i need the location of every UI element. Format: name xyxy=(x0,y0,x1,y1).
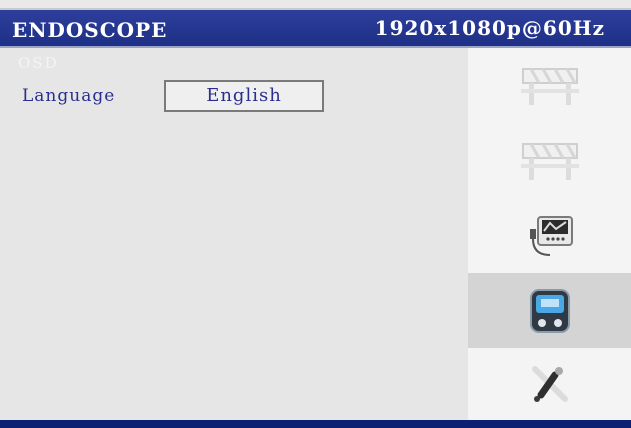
bottom-frame xyxy=(0,420,631,428)
endoscope-screen: ENDOSCOPE 1920x1080p@60Hz OSD Language E… xyxy=(0,0,631,428)
sidebar-item-4[interactable] xyxy=(468,273,631,348)
roadblock-icon xyxy=(520,67,579,105)
sidebar-item-3[interactable] xyxy=(468,198,631,273)
osd-display-icon xyxy=(529,288,570,333)
sidebar-item-1[interactable] xyxy=(468,48,631,123)
tools-icon xyxy=(531,366,568,402)
resolution-readout: 1920x1080p@60Hz xyxy=(374,16,605,40)
sidebar-item-2[interactable] xyxy=(468,123,631,198)
sidebar-item-5[interactable] xyxy=(468,348,631,420)
monitor-device-icon xyxy=(529,215,573,256)
language-select[interactable]: English xyxy=(164,80,324,112)
sidebar xyxy=(468,48,631,420)
language-label: Language xyxy=(22,86,116,106)
roadblock-icon xyxy=(520,142,579,180)
settings-panel: OSD Language English xyxy=(0,48,468,420)
title-bar: ENDOSCOPE 1920x1080p@60Hz xyxy=(0,8,631,48)
section-label: OSD xyxy=(18,54,59,72)
app-title: ENDOSCOPE xyxy=(12,18,168,42)
